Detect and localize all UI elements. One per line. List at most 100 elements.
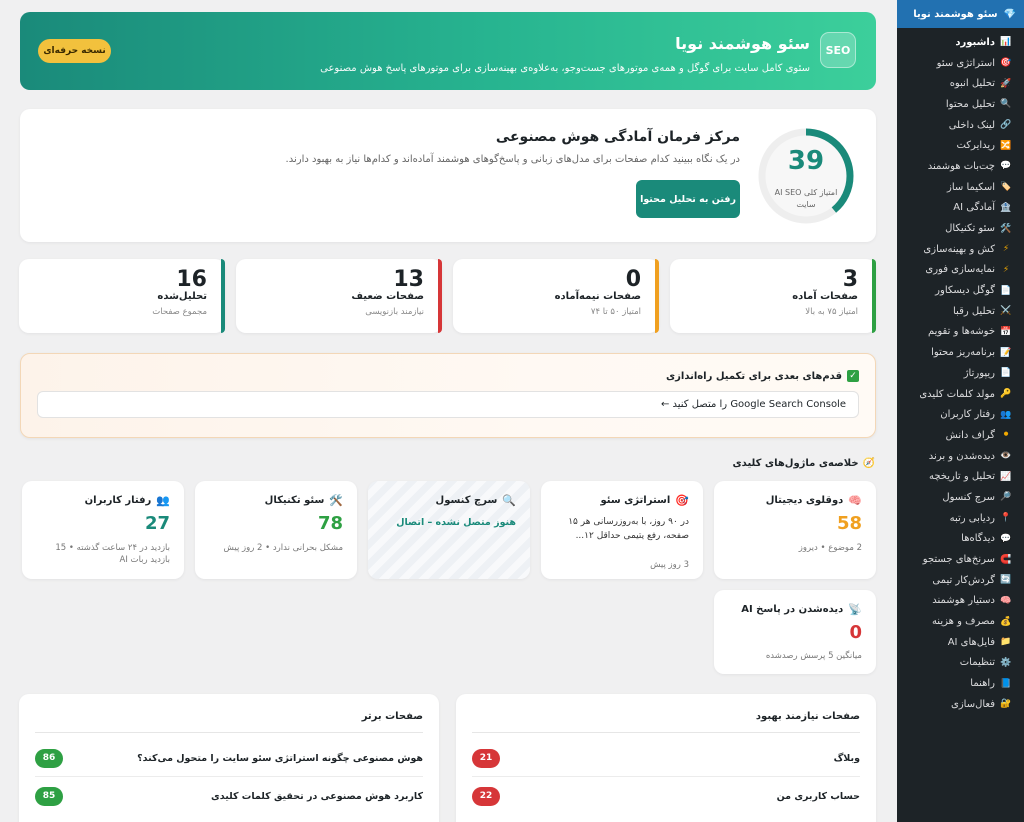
next-steps-card: ✓ قدم‌های بعدی برای تکمیل راه‌اندازی Goo… [20,353,876,438]
sidebar-item-label: دیدگاه‌ها [961,533,995,545]
list-item[interactable]: هوش مصنوعی چگونه استراتژی سئو سایت را مت… [35,747,423,769]
stat-value: 0 [625,267,641,292]
module-technical-seo[interactable]: 🛠️ سئو تکنیکال 78 مشکل بحرانی ندارد • 2 ر… [195,481,357,579]
module-title: استراتژی سئو [600,495,671,506]
sidebar-item[interactable]: 📁 فایل‌های AI [897,632,1024,653]
module-text: در ۹۰ روز، با به‌روزرسانی هر ۱۵ صفحه، رف… [568,517,689,541]
sidebar-item[interactable]: 📝 برنامه‌ریز محتوا [897,342,1024,363]
module-title: سئو تکنیکال [264,495,325,506]
sidebar-item[interactable]: 💬 دیدگاه‌ها [897,529,1024,550]
sidebar-plugin-header[interactable]: 💎 سئو هوشمند نویا [897,0,1024,28]
divider [35,732,423,733]
tools-icon: 🛠️ [1000,223,1012,234]
sidebar-item[interactable]: 🔐 فعال‌سازی [897,694,1024,715]
sidebar-item[interactable]: ⚫ گراف دانش [897,425,1024,446]
command-center-title: مرکز فرمان آمادگی هوش مصنوعی [495,129,740,145]
module-digital-twin[interactable]: 🧠 دوقلوی دیجیتال 58 2 موضوع • دیروز [714,481,876,579]
sidebar-item[interactable]: 💰 مصرف و هزینه [897,611,1024,632]
go-to-content-analysis-button[interactable]: رفتن به تحلیل محتوا [636,180,740,218]
stat-card-semi-ready: 0 صفحات نیمه‌آماده امتیاز ۵۰ تا ۷۴ [453,259,659,333]
sidebar-item[interactable]: 🔑 مولد کلمات کلیدی [897,384,1024,405]
sidebar-item[interactable]: 📈 تحلیل و تاریخچه [897,466,1024,487]
sidebar-item[interactable]: 🔀 ریدایرکت [897,135,1024,156]
sidebar-item[interactable]: 🏦 آمادگی AI [897,198,1024,219]
sidebar-item[interactable]: ⚡ نمایه‌سازی فوری [897,260,1024,281]
sidebar-item[interactable]: 🔗 لینک داخلی [897,115,1024,136]
sidebar-item[interactable]: ⚔️ تحلیل رقبا [897,301,1024,322]
connect-search-console-step[interactable]: Google Search Console را متصل کنید ← [37,391,859,418]
sidebar-item[interactable]: 🛠️ سئو تکنیکال [897,218,1024,239]
sidebar-item[interactable]: 📍 ردیابی رتبه [897,508,1024,529]
list-item[interactable]: وبلاگ 21 [472,747,860,769]
step-label: Google Search Console را متصل کنید ← [660,399,846,410]
divider [35,776,423,777]
module-title: دیده‌شدن در پاسخ AI [741,604,844,615]
sidebar-item[interactable]: 🏷️ اسکیما ساز [897,177,1024,198]
sidebar-item[interactable]: 🚀 تحلیل انبوه [897,73,1024,94]
sidebar-item[interactable]: ⚙️ تنظیمات [897,653,1024,674]
pro-version-button[interactable]: نسخه حرفه‌ای [38,39,111,63]
brain-icon: 🧠 [1000,595,1012,606]
redirect-icon: 🔀 [1000,140,1012,151]
sidebar-item[interactable]: 👥 رفتار کاربران [897,404,1024,425]
sidebar-item[interactable]: 🧠 دستیار هوشمند [897,591,1024,612]
list-item[interactable]: حساب کاربری من 22 [472,785,860,807]
sidebar-item[interactable]: 👁️ دیده‌شدن و برند [897,446,1024,467]
main-content: SEO سئو هوشمند نویا سئوی کامل سایت برای … [0,0,897,822]
stat-value: 3 [842,267,858,292]
sidebar-item-label: گوگل دیسکاور [935,285,995,297]
command-center-description: در یک نگاه ببینید کدام صفحات برای مدل‌ها… [285,154,740,165]
book-icon: 📘 [1000,678,1012,689]
sidebar-item-label: تحلیل انبوه [949,78,995,90]
sidebar-item[interactable]: 📊 داشبورد [897,32,1024,53]
sidebar-item[interactable]: 📄 ریپورتاژ [897,363,1024,384]
module-sub: مشکل بحرانی ندارد • 2 روز پیش [223,543,343,553]
sidebar-item-label: گراف دانش [945,429,995,441]
sidebar-item-label: مصرف و هزینه [931,616,995,628]
module-user-behavior[interactable]: 👥 رفتار کاربران 27 بازدید در ۲۴ ساعت گذشت… [22,481,184,579]
calendar-icon: 📅 [1000,326,1012,337]
sidebar-item[interactable]: 📅 خوشه‌ها و تقویم [897,322,1024,343]
stat-accent-bar [221,259,225,333]
module-header: 🎯 استراتژی سئو [600,494,689,507]
sidebar-item-label: تنظیمات [959,657,995,669]
hero-subtitle: سئوی کامل سایت برای گوگل و همه‌ی موتورها… [320,63,810,74]
module-seo-strategy[interactable]: 🎯 استراتژی سئو در ۹۰ روز، با به‌روزرسانی … [541,481,703,579]
sidebar-item-label: مولد کلمات کلیدی [919,388,995,400]
sidebar-item[interactable]: 📄 گوگل دیسکاور [897,280,1024,301]
sidebar-item[interactable]: ⚡ کش و بهینه‌سازی [897,239,1024,260]
module-sub: 2 موضوع • دیروز [798,543,862,553]
money-icon: 💰 [1000,616,1012,627]
divider [472,776,860,777]
sidebar-item[interactable]: 💬 چت‌بات هوشمند [897,156,1024,177]
comments-icon: 💬 [1000,533,1012,544]
module-title: دوقلوی دیجیتال [765,495,844,506]
sidebar-item[interactable]: 🔄 گردش‌کار تیمی [897,570,1024,591]
sidebar-item-label: تحلیل و تاریخچه [928,471,995,483]
sidebar-item[interactable]: 🎯 استراتژی سئو [897,53,1024,74]
magnet-icon: 🧲 [1000,554,1012,565]
sidebar-item-label: لینک داخلی [948,119,995,131]
stat-accent-bar [438,259,442,333]
brain-icon: 🧠 [848,494,862,507]
sidebar-item-label: تحلیل رقبا [953,305,995,317]
stat-accent-bar [655,259,659,333]
sidebar-item-label: خوشه‌ها و تقویم [927,326,995,338]
sidebar-item[interactable]: 🧲 سرنخ‌های جستجو [897,549,1024,570]
sidebar-item[interactable]: 📘 راهنما [897,673,1024,694]
satellite-icon: 📡 [848,603,862,616]
sidebar-item-label: ریدایرکت [956,140,995,152]
modules-summary-title-text: خلاصه‌ی ماژول‌های کلیدی [732,458,859,469]
list-item[interactable]: کاربرد هوش مصنوعی در تحقیق کلمات کلیدی 8… [35,785,423,807]
stat-sub: امتیاز ۵۰ تا ۷۴ [590,307,641,317]
sidebar-item[interactable]: 🔎 سرچ کنسول [897,487,1024,508]
sidebar-item-label: برنامه‌ریز محتوا [931,347,995,359]
module-ai-visibility[interactable]: 📡 دیده‌شدن در پاسخ AI 0 میانگین 5 پرسش رص… [714,590,876,674]
connect-link[interactable]: هنوز متصل نشده – اتصال [396,517,516,528]
module-search-console[interactable]: 🔍 سرچ کنسول هنوز متصل نشده – اتصال [368,481,530,579]
link-icon: 🔗 [1000,120,1012,131]
module-value: 58 [836,513,862,534]
compass-icon: 🧭 [862,458,875,469]
sidebar-item[interactable]: 🔍 تحلیل محتوا [897,94,1024,115]
dashboard-icon: 📊 [1000,37,1012,48]
